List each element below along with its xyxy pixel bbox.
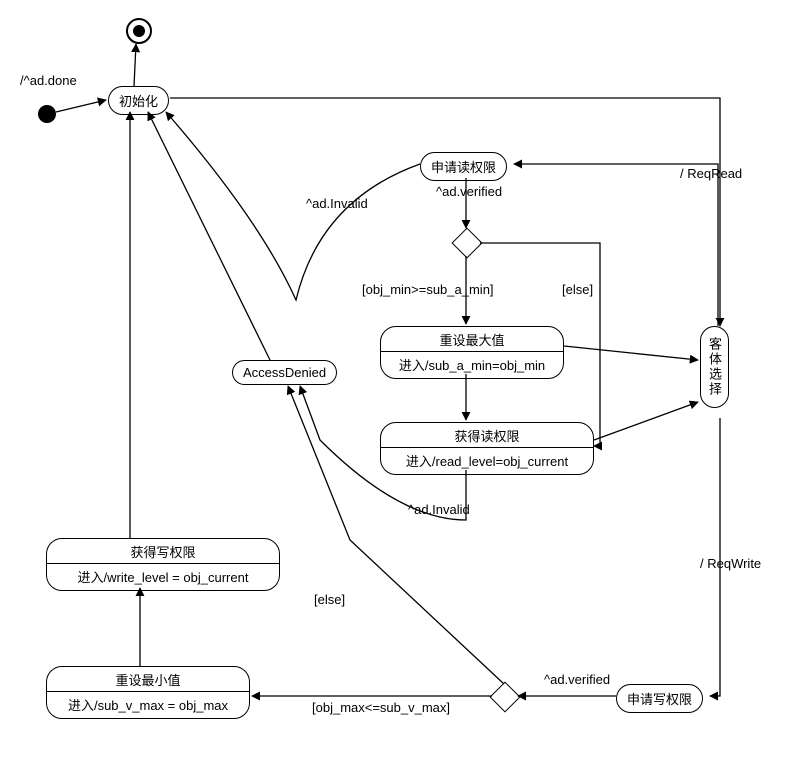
label-ad-invalid-1: ^ad.Invalid <box>306 196 368 211</box>
label-req-read: / ReqRead <box>680 166 742 181</box>
state-got-read-title: 获得读权限 <box>381 423 593 448</box>
state-got-write-body: 进入/write_level = obj_current <box>47 564 279 590</box>
state-got-write: 获得写权限 进入/write_level = obj_current <box>46 538 280 591</box>
decision-read <box>451 227 482 258</box>
label-else-1: [else] <box>562 282 593 297</box>
label-ad-invalid-2: ^ad.Invalid <box>408 502 470 517</box>
state-object-select-label: 客体选择 <box>705 337 724 397</box>
state-reset-max-title: 重设最大值 <box>381 327 563 352</box>
state-req-read-label: 申请读权限 <box>431 160 496 175</box>
state-req-write: 申请写权限 <box>616 684 703 713</box>
label-req-write: / ReqWrite <box>700 556 761 571</box>
label-guard-read: [obj_min>=sub_a_min] <box>362 282 494 297</box>
state-reset-max-body: 进入/sub_a_min=obj_min <box>381 352 563 378</box>
state-got-read: 获得读权限 进入/read_level=obj_current <box>380 422 594 475</box>
state-reset-max: 重设最大值 进入/sub_a_min=obj_min <box>380 326 564 379</box>
label-guard-write: [obj_max<=sub_v_max] <box>312 700 450 715</box>
state-diagram: 初始化 申请读权限 AccessDenied 重设最大值 进入/sub_a_mi… <box>0 0 800 771</box>
label-else-2: [else] <box>314 592 345 607</box>
transition-arrows <box>0 0 800 771</box>
label-ad-verified-1: ^ad.verified <box>436 184 502 199</box>
label-ad-done: /^ad.done <box>20 73 77 88</box>
decision-write <box>489 681 520 712</box>
initial-state <box>38 105 56 123</box>
state-req-read: 申请读权限 <box>420 152 507 181</box>
state-access-denied: AccessDenied <box>232 360 337 385</box>
state-got-write-title: 获得写权限 <box>47 539 279 564</box>
state-init: 初始化 <box>108 86 169 115</box>
state-reset-min-title: 重设最小值 <box>47 667 249 692</box>
state-req-write-label: 申请写权限 <box>627 692 692 707</box>
state-init-label: 初始化 <box>119 94 158 109</box>
state-access-denied-label: AccessDenied <box>243 365 326 380</box>
label-ad-verified-2: ^ad.verified <box>544 672 610 687</box>
state-got-read-body: 进入/read_level=obj_current <box>381 448 593 474</box>
state-object-select: 客体选择 <box>700 326 729 408</box>
state-reset-min-body: 进入/sub_v_max = obj_max <box>47 692 249 718</box>
state-reset-min: 重设最小值 进入/sub_v_max = obj_max <box>46 666 250 719</box>
final-state-top <box>126 18 152 44</box>
